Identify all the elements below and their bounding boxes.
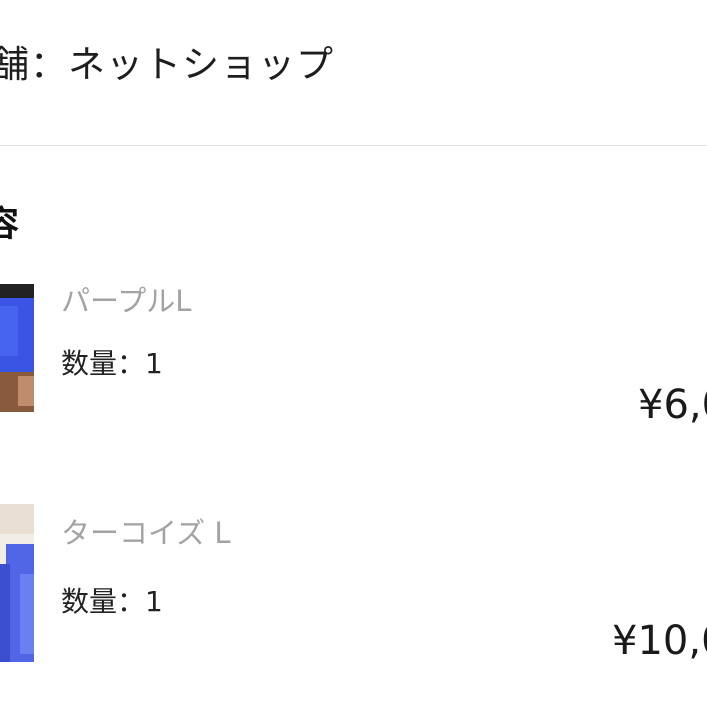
order-item[interactable]: パープルL 数量：1 ¥6,0 — [0, 284, 707, 444]
store-row: 舗：ネットショップ — [0, 34, 334, 88]
quantity-value: 1 — [145, 347, 163, 380]
quantity-label: 数量： — [61, 347, 146, 380]
order-item[interactable]: ターコイズ L 数量：1 ¥10,0 — [0, 504, 707, 664]
store-name[interactable]: ネットショップ — [68, 43, 334, 86]
item-price: ¥6,0 — [638, 382, 707, 428]
quantity-label: 数量： — [61, 585, 146, 618]
quantity-value: 1 — [145, 585, 163, 618]
order-detail-page: 舗：ネットショップ 容 パープルL 数量：1 ¥6,0 — [0, 0, 707, 707]
item-variant: ターコイズ L — [61, 516, 231, 550]
store-label: 舗： — [0, 43, 68, 86]
product-thumbnail[interactable] — [0, 284, 34, 412]
section-heading: 容 — [0, 205, 20, 245]
item-quantity: 数量：1 — [61, 342, 163, 382]
divider — [0, 145, 707, 146]
product-photo-icon — [0, 504, 34, 662]
product-thumbnail[interactable] — [0, 504, 34, 662]
item-quantity: 数量：1 — [61, 580, 163, 620]
item-price: ¥10,0 — [612, 618, 707, 664]
product-photo-icon — [0, 284, 34, 412]
item-variant: パープルL — [61, 284, 192, 318]
